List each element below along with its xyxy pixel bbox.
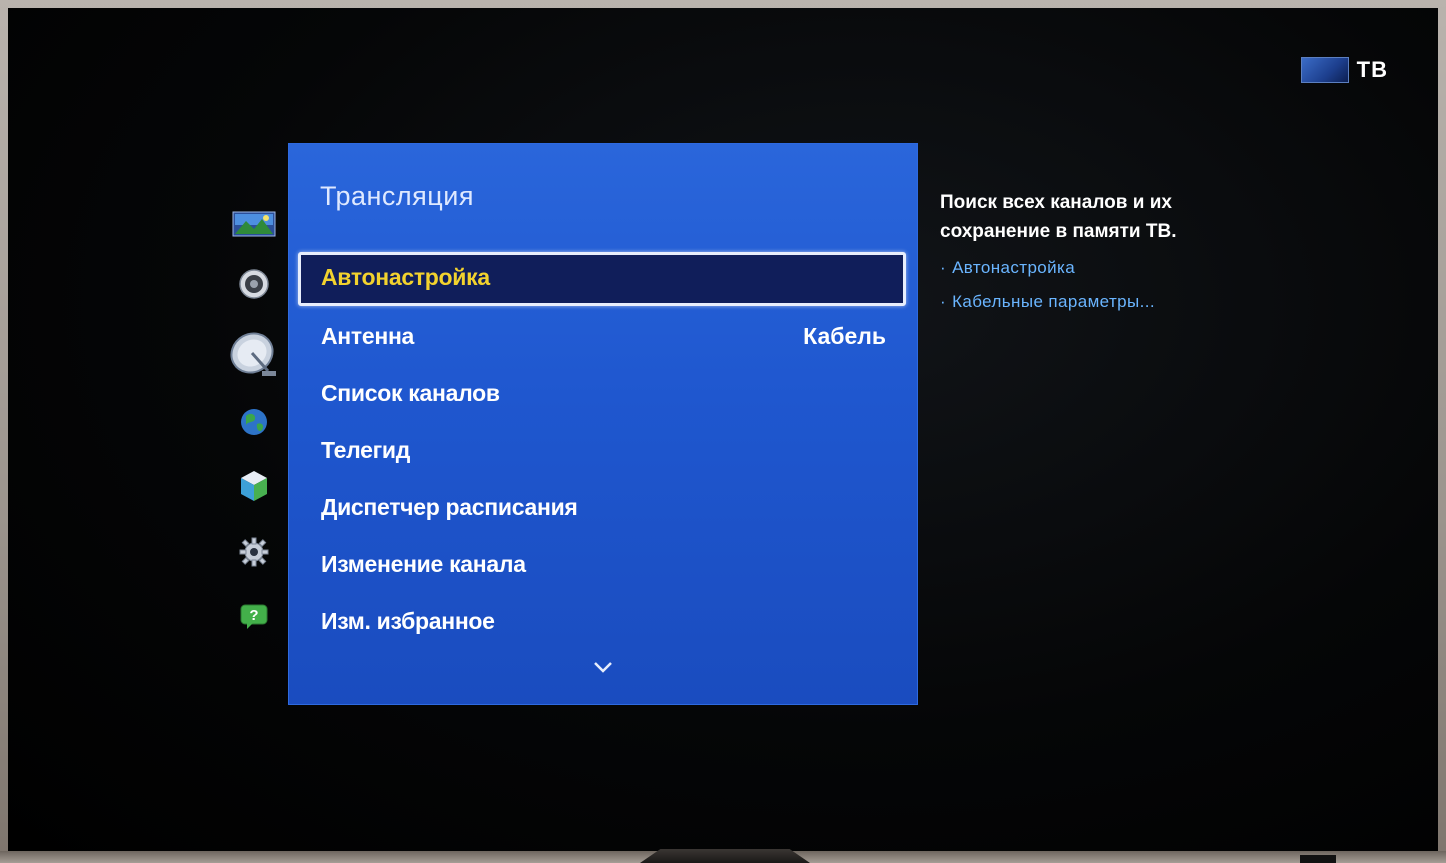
broadcast-icon[interactable] bbox=[228, 326, 280, 384]
support-icon[interactable] bbox=[228, 526, 280, 578]
help-link-auto-tuning[interactable]: · Автонастройка bbox=[940, 256, 1240, 280]
menu-item-label: Список каналов bbox=[321, 380, 500, 406]
sound-icon[interactable] bbox=[228, 258, 280, 310]
menu-item-schedule-manager[interactable]: Диспетчер расписания bbox=[298, 482, 906, 536]
picture-icon[interactable] bbox=[228, 198, 280, 250]
menu-item-channel-list[interactable]: Список каналов bbox=[298, 368, 906, 422]
source-label: ТВ bbox=[1356, 57, 1388, 82]
source-indicator: ТВ bbox=[1300, 57, 1388, 83]
help-panel: Поиск всех каналов и их сохранение в пам… bbox=[940, 188, 1240, 314]
broadcast-menu-panel: Трансляция Автонастройка Антенна Кабель … bbox=[288, 143, 918, 705]
system-icon[interactable] bbox=[228, 460, 280, 512]
menu-item-label: Антенна bbox=[321, 323, 415, 349]
menu-item-label: Телегид bbox=[321, 437, 411, 463]
menu-item-label: Изменение канала bbox=[321, 551, 526, 577]
menu-item-guide[interactable]: Телегид bbox=[298, 425, 906, 479]
menu-item-label: Автонастройка bbox=[321, 264, 490, 290]
network-icon[interactable] bbox=[228, 396, 280, 448]
chevron-down-icon[interactable] bbox=[591, 655, 615, 679]
tv-stand bbox=[640, 849, 810, 863]
tv-source-swatch-icon bbox=[1300, 57, 1349, 83]
help-description: Поиск всех каналов и их сохранение в пам… bbox=[940, 192, 1177, 242]
svg-text:?: ? bbox=[249, 607, 258, 624]
bullet-icon: · bbox=[940, 258, 947, 277]
tv-foot bbox=[1300, 855, 1336, 863]
help-link-cable-settings[interactable]: · Кабельные параметры... bbox=[940, 290, 1240, 314]
menu-item-edit-favorites[interactable]: Изм. избранное bbox=[298, 596, 906, 650]
menu-item-label: Диспетчер расписания bbox=[321, 494, 578, 520]
menu-item-value: Кабель bbox=[803, 323, 886, 349]
menu-item-label: Изм. избранное bbox=[321, 608, 495, 634]
help-icon[interactable]: ? bbox=[228, 590, 280, 642]
help-link-label: Автонастройка bbox=[952, 258, 1076, 277]
menu-item-edit-channel[interactable]: Изменение канала bbox=[298, 539, 906, 593]
panel-title: Трансляция bbox=[320, 181, 474, 211]
menu-item-auto-tuning[interactable]: Автонастройка bbox=[298, 252, 906, 306]
help-link-label: Кабельные параметры... bbox=[952, 292, 1155, 311]
menu-item-antenna[interactable]: Антенна Кабель bbox=[298, 311, 906, 365]
bullet-icon: · bbox=[940, 292, 947, 311]
